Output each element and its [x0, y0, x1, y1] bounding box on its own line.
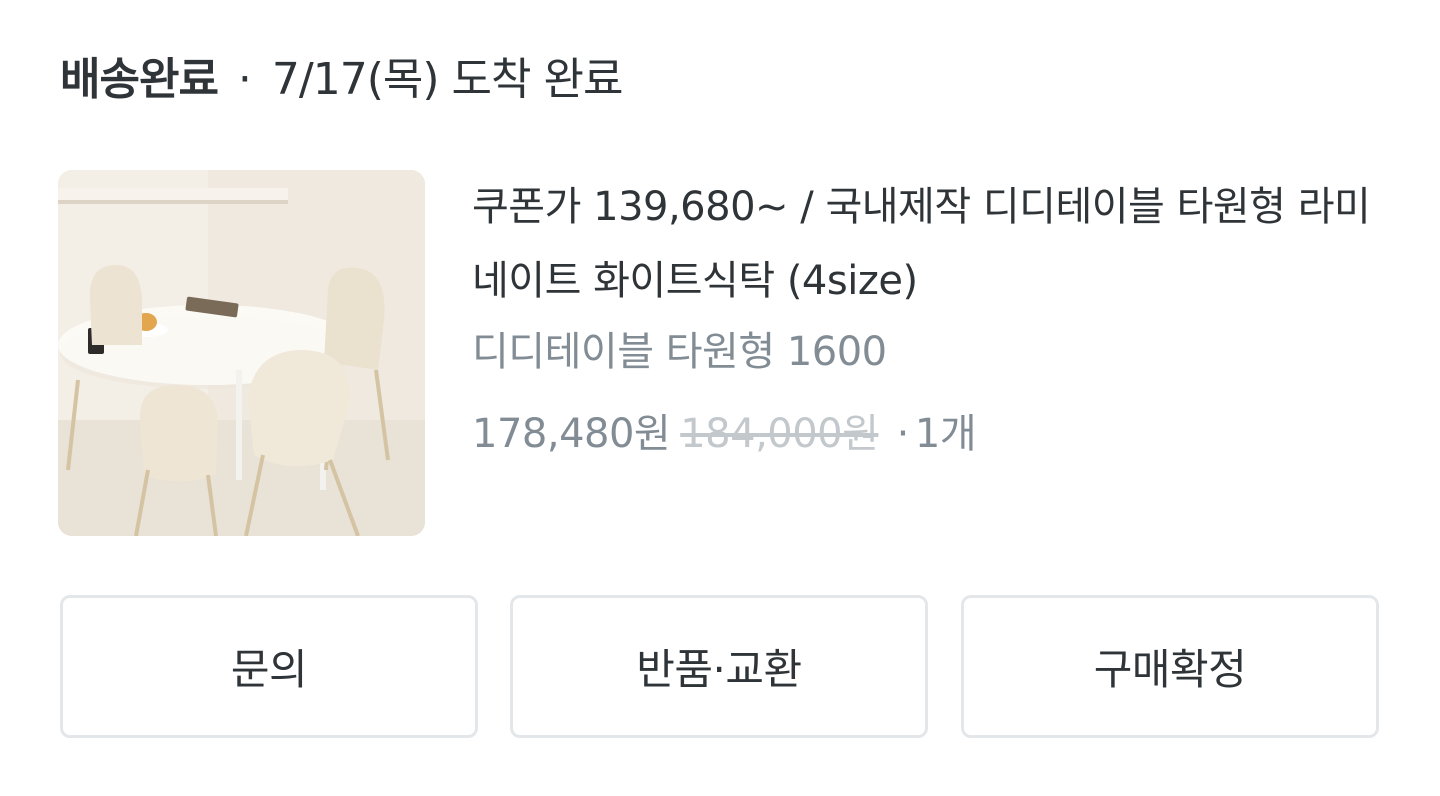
original-price: 184,000원	[680, 411, 879, 457]
quantity: 1개	[914, 411, 977, 457]
action-buttons: 문의 반품·교환 구매확정	[60, 595, 1381, 740]
arrival-date: 7/17(목) 도착 완료	[271, 54, 624, 105]
sale-price: 178,480원	[472, 411, 671, 457]
delivery-status-label: 배송완료	[60, 54, 219, 105]
product-photo-illustration	[58, 170, 425, 536]
product-info: 쿠폰가 139,680~ / 국내제작 디디테이블 타원형 라미네이트 화이트식…	[472, 170, 1392, 460]
quantity-separator: ·	[896, 411, 910, 457]
product-title[interactable]: 쿠폰가 139,680~ / 국내제작 디디테이블 타원형 라미네이트 화이트식…	[472, 170, 1392, 318]
delivery-status: 배송완료 · 7/17(목) 도착 완료	[60, 50, 624, 110]
confirm-purchase-button[interactable]: 구매확정	[961, 595, 1379, 738]
product-image[interactable]	[58, 170, 425, 536]
return-exchange-button[interactable]: 반품·교환	[510, 595, 928, 738]
status-separator: ·	[237, 54, 252, 105]
inquiry-button[interactable]: 문의	[60, 595, 478, 738]
product-option: 디디테이블 타원형 1600	[472, 329, 887, 375]
order-card: 배송완료 · 7/17(목) 도착 완료 쿠폰가 139,680~ / 국내제작…	[0, 0, 1440, 796]
product-price-line: 178,480원 184,000원 · 1개	[472, 408, 1392, 460]
